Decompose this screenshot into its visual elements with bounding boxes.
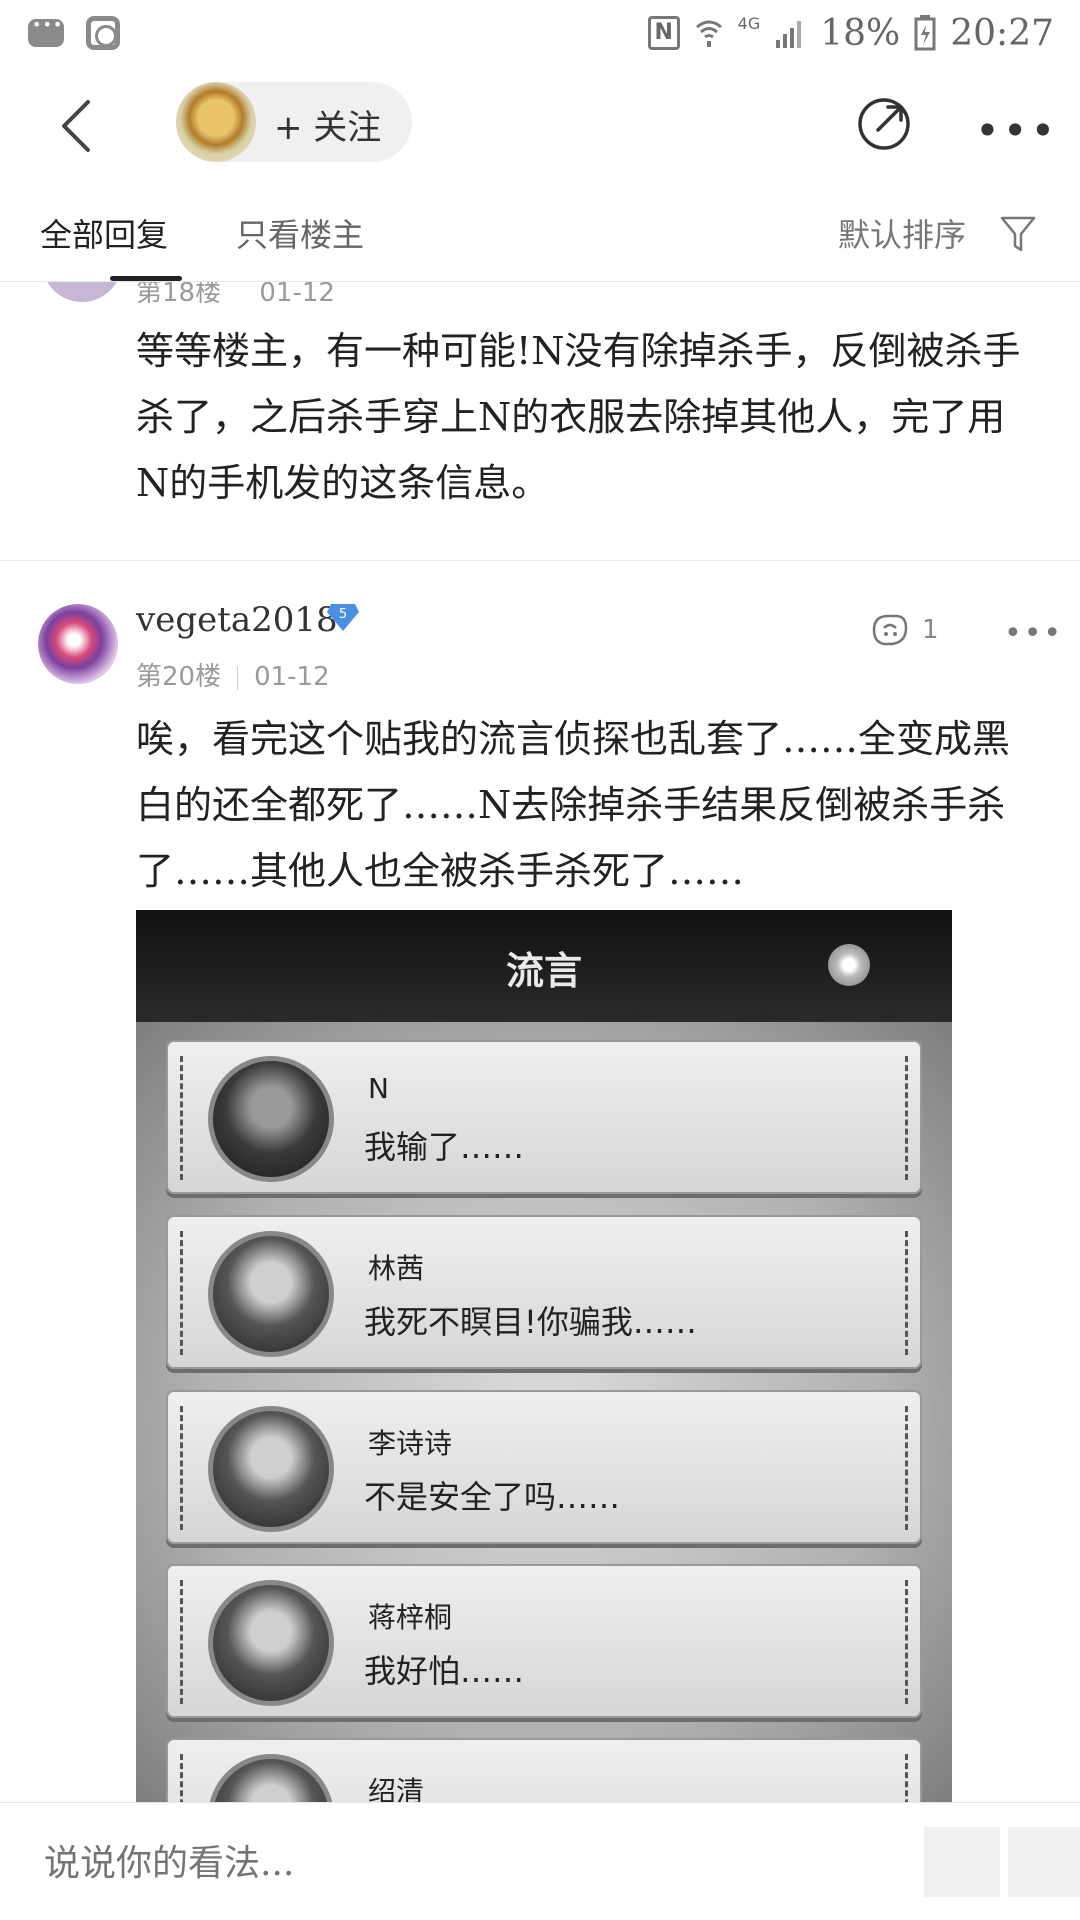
rumor-card: 李诗诗 不是安全了吗…… bbox=[166, 1390, 922, 1544]
character-avatar bbox=[208, 1406, 334, 1532]
character-avatar bbox=[208, 1231, 334, 1357]
character-name: 绍清 bbox=[368, 1775, 425, 1802]
post-text: 唉，看完这个贴我的流言侦探也乱套了……全变成黑白的还全都死了……N去除掉杀手结果… bbox=[136, 717, 1011, 893]
tab-only-op-label: 只看楼主 bbox=[236, 216, 365, 254]
character-avatar bbox=[208, 1580, 334, 1706]
author-avatar[interactable] bbox=[176, 82, 256, 162]
follow-button[interactable]: + 关注 bbox=[176, 82, 412, 162]
signal-icon bbox=[776, 21, 802, 48]
tab-all-replies-label: 全部回复 bbox=[40, 216, 169, 254]
rumor-card: 绍清 bbox=[166, 1738, 922, 1802]
rumor-card: 林茜 我死不瞑目!你骗我…… bbox=[166, 1215, 922, 1369]
character-avatar bbox=[208, 1754, 334, 1802]
character-name: 蒋梓桐 bbox=[368, 1601, 453, 1634]
settings-icon bbox=[828, 944, 870, 986]
character-message: 我输了…… bbox=[364, 1128, 525, 1166]
tab-all-replies[interactable]: 全部回复 bbox=[40, 210, 182, 281]
more-icon[interactable]: ••• bbox=[975, 106, 1058, 155]
rumor-card: 蒋梓桐 我好怕…… bbox=[166, 1564, 922, 1718]
tab-only-op[interactable]: 只看楼主 bbox=[236, 210, 364, 256]
comment-input[interactable] bbox=[44, 1843, 824, 1884]
share-icon[interactable] bbox=[856, 96, 912, 152]
floor-label: 第20楼 bbox=[136, 662, 222, 692]
sort-button[interactable]: 默认排序 bbox=[838, 210, 966, 256]
status-bar: N 4G 18% 20:27 bbox=[0, 0, 1080, 66]
post-meta: 第18楼 01-12 bbox=[136, 282, 335, 309]
sort-label: 默认排序 bbox=[838, 216, 967, 254]
character-name: 李诗诗 bbox=[368, 1427, 453, 1460]
back-arrow-icon[interactable] bbox=[50, 96, 110, 156]
app-notification-icon bbox=[86, 16, 120, 50]
message-notification-icon bbox=[28, 15, 64, 47]
reply-post: 第18楼 01-12 等等楼主，有一种可能!N没有除掉杀手，反倒被杀手杀了，之后… bbox=[0, 282, 1080, 560]
post-image[interactable]: 流言 N 我输了…… 林茜 我死不瞑目!你骗我…… 李诗诗 不是安全了吗…… 蒋… bbox=[136, 910, 952, 1802]
image-body: N 我输了…… 林茜 我死不瞑目!你骗我…… 李诗诗 不是安全了吗…… 蒋梓桐 … bbox=[136, 1022, 952, 1802]
avatar[interactable] bbox=[42, 282, 122, 302]
top-nav: + 关注 ••• bbox=[0, 66, 1080, 196]
character-name: N bbox=[368, 1072, 389, 1105]
floor-label: 第18楼 bbox=[136, 282, 222, 308]
like-icon bbox=[872, 614, 908, 646]
emoji-button[interactable] bbox=[924, 1827, 1000, 1897]
comment-bar bbox=[0, 1802, 1080, 1920]
like-count: 1 bbox=[922, 615, 939, 645]
wifi-icon bbox=[695, 20, 722, 47]
image-button[interactable] bbox=[1008, 1827, 1080, 1897]
clock: 20:27 bbox=[950, 12, 1054, 54]
character-name: 林茜 bbox=[368, 1252, 425, 1285]
network-type: 4G bbox=[737, 13, 761, 33]
battery-icon bbox=[914, 15, 936, 51]
reply-tabs: 全部回复 只看楼主 默认排序 bbox=[0, 196, 1080, 282]
post-divider bbox=[0, 560, 1080, 561]
character-message: 我好怕…… bbox=[364, 1652, 525, 1690]
level-number: 5 bbox=[339, 607, 347, 622]
battery-percent: 18% bbox=[820, 12, 901, 54]
post-text: 等等楼主，有一种可能!N没有除掉杀手，反倒被杀手杀了，之后杀手穿上N的衣服去除掉… bbox=[136, 329, 1021, 505]
username[interactable]: vegeta2018 bbox=[136, 600, 338, 640]
post-date: 01-12 bbox=[254, 662, 330, 692]
status-right: N 4G 18% 20:27 bbox=[647, 12, 1054, 54]
post-date: 01-12 bbox=[259, 282, 335, 308]
meta-separator bbox=[237, 665, 239, 690]
nfc-icon: N bbox=[647, 16, 680, 50]
status-left bbox=[28, 15, 120, 50]
rumor-card: N 我输了…… bbox=[166, 1040, 922, 1194]
post-more-icon[interactable]: ••• bbox=[1004, 616, 1063, 651]
like-button[interactable]: 1 bbox=[870, 612, 939, 648]
character-message: 我死不瞑目!你骗我…… bbox=[364, 1303, 697, 1341]
follow-label: + 关注 bbox=[274, 108, 382, 148]
active-tab-indicator bbox=[110, 276, 182, 281]
avatar[interactable] bbox=[38, 604, 118, 684]
post-meta: 第20楼 01-12 bbox=[136, 656, 330, 693]
filter-icon[interactable] bbox=[1000, 214, 1036, 254]
character-message: 不是安全了吗…… bbox=[364, 1478, 621, 1516]
level-badge-icon: 5 bbox=[327, 604, 359, 631]
character-avatar bbox=[208, 1056, 334, 1182]
image-header: 流言 bbox=[136, 910, 952, 1022]
